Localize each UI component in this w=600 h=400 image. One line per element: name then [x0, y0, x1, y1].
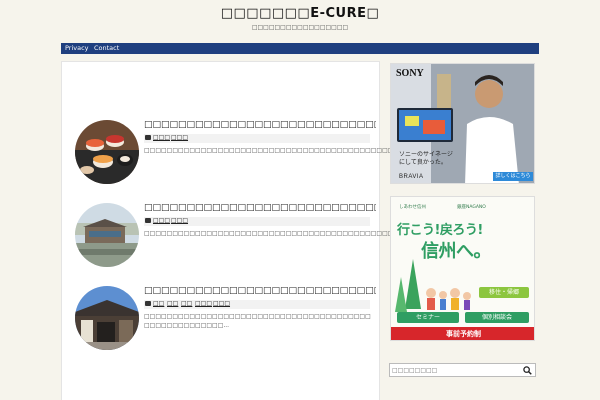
post-thumbnail-building[interactable]	[75, 203, 139, 267]
shinshu-headline-1: 行こう!戻ろう!	[397, 223, 483, 238]
post-categories: □□□ □□□	[144, 134, 370, 143]
main-nav: Privacy Contact	[61, 43, 539, 54]
seminar-button[interactable]: セミナー	[397, 312, 459, 323]
category-link[interactable]: □□□	[195, 300, 212, 307]
search-form	[389, 363, 536, 377]
post-categories: □□□ □□□	[144, 217, 370, 226]
category-link[interactable]: □□	[167, 300, 178, 307]
post-excerpt: □□□□□□□□□□□□□□□□□□□□□□□□□□□□□□□□□□□□□□□□…	[144, 147, 468, 154]
sony-logo: SONY	[396, 68, 424, 79]
post-thumbnail-sushi[interactable]	[75, 120, 139, 184]
category-link[interactable]: □□□	[213, 300, 230, 307]
nav-item-contact[interactable]: Contact	[94, 44, 119, 52]
search-icon[interactable]	[523, 366, 532, 375]
category-link[interactable]: □□	[181, 300, 192, 307]
post-item[interactable]: □□□□□□□□□□□□□□□□□□□□□□□□□□□□□ □□□ □□□ □□…	[62, 203, 468, 275]
shinshu-migration-ad[interactable]: しあわせ信州 銀座NAGANO 行こう!戻ろう! 信州へ。 移住・帰郷 セミナー…	[390, 196, 535, 341]
site-description: □□□□□□□□□□□□□□□□□	[251, 24, 349, 31]
post-item[interactable]: □□□□□□□□□□□□□□□□□□□□□□□□□□□□□ □□ □□ □□ □…	[62, 286, 381, 358]
post-excerpt: □□□□□□□□□□□□□□□□□□□□□□□□□□□□□□□□□□□□□□□□…	[144, 230, 468, 237]
search-input[interactable]	[392, 365, 520, 375]
post-list: □□□□□□□□□□□□□□□□□□□□□□□□□□□□□ □□□ □□□ □□…	[61, 61, 468, 400]
ginza-nagano-logo: 銀座NAGANO	[457, 205, 486, 210]
shinshu-org-left: しあわせ信州	[399, 205, 426, 210]
sony-bravia-ad[interactable]: SONY ソニーのサイネージ にして良かった。 BRAVIA 詳しくはこちら	[390, 63, 535, 184]
post-excerpt: □□□□□□□□□□□□□□□□□□□□□□□□□□□□□□□□□□□□□□□□…	[144, 313, 371, 329]
site-header: □□□□□□□E-CURE□ □□□□□□□□□□□□□□□□□	[0, 0, 600, 42]
post-title[interactable]: □□□□□□□□□□□□□□□□□□□□□□□□□□□□□	[144, 286, 376, 296]
reservation-banner: 事前予約制	[391, 327, 534, 340]
post-title[interactable]: □□□□□□□□□□□□□□□□□□□□□□□□□□□□□	[144, 120, 376, 130]
category-link[interactable]: □□□	[171, 134, 188, 141]
post-categories: □□ □□ □□ □□□ □□□	[144, 300, 370, 309]
site-title[interactable]: □□□□□□□E-CURE□	[0, 6, 600, 21]
folder-icon	[145, 135, 151, 140]
sony-ad-art	[391, 64, 534, 183]
category-link[interactable]: □□□	[153, 134, 170, 141]
folder-icon	[145, 301, 151, 306]
post-item[interactable]: □□□□□□□□□□□□□□□□□□□□□□□□□□□□□ □□□ □□□ □□…	[62, 120, 468, 192]
consultation-button[interactable]: 個別相談会	[465, 312, 529, 323]
sony-cta-button[interactable]: 詳しくはこちら	[493, 172, 533, 181]
post-thumbnail-shop[interactable]	[75, 286, 139, 350]
folder-icon	[145, 218, 151, 223]
category-link[interactable]: □□□	[153, 217, 170, 224]
post-title[interactable]: □□□□□□□□□□□□□□□□□□□□□□□□□□□□□	[144, 203, 376, 213]
category-link[interactable]: □□	[153, 300, 164, 307]
bravia-logo: BRAVIA	[399, 174, 424, 180]
category-link[interactable]: □□□	[171, 217, 188, 224]
sony-caption-2: にして良かった。	[399, 159, 447, 166]
nav-item-privacy[interactable]: Privacy	[65, 44, 89, 52]
shinshu-headline-2: 信州へ。	[421, 241, 492, 262]
migration-badge: 移住・帰郷	[479, 287, 529, 298]
